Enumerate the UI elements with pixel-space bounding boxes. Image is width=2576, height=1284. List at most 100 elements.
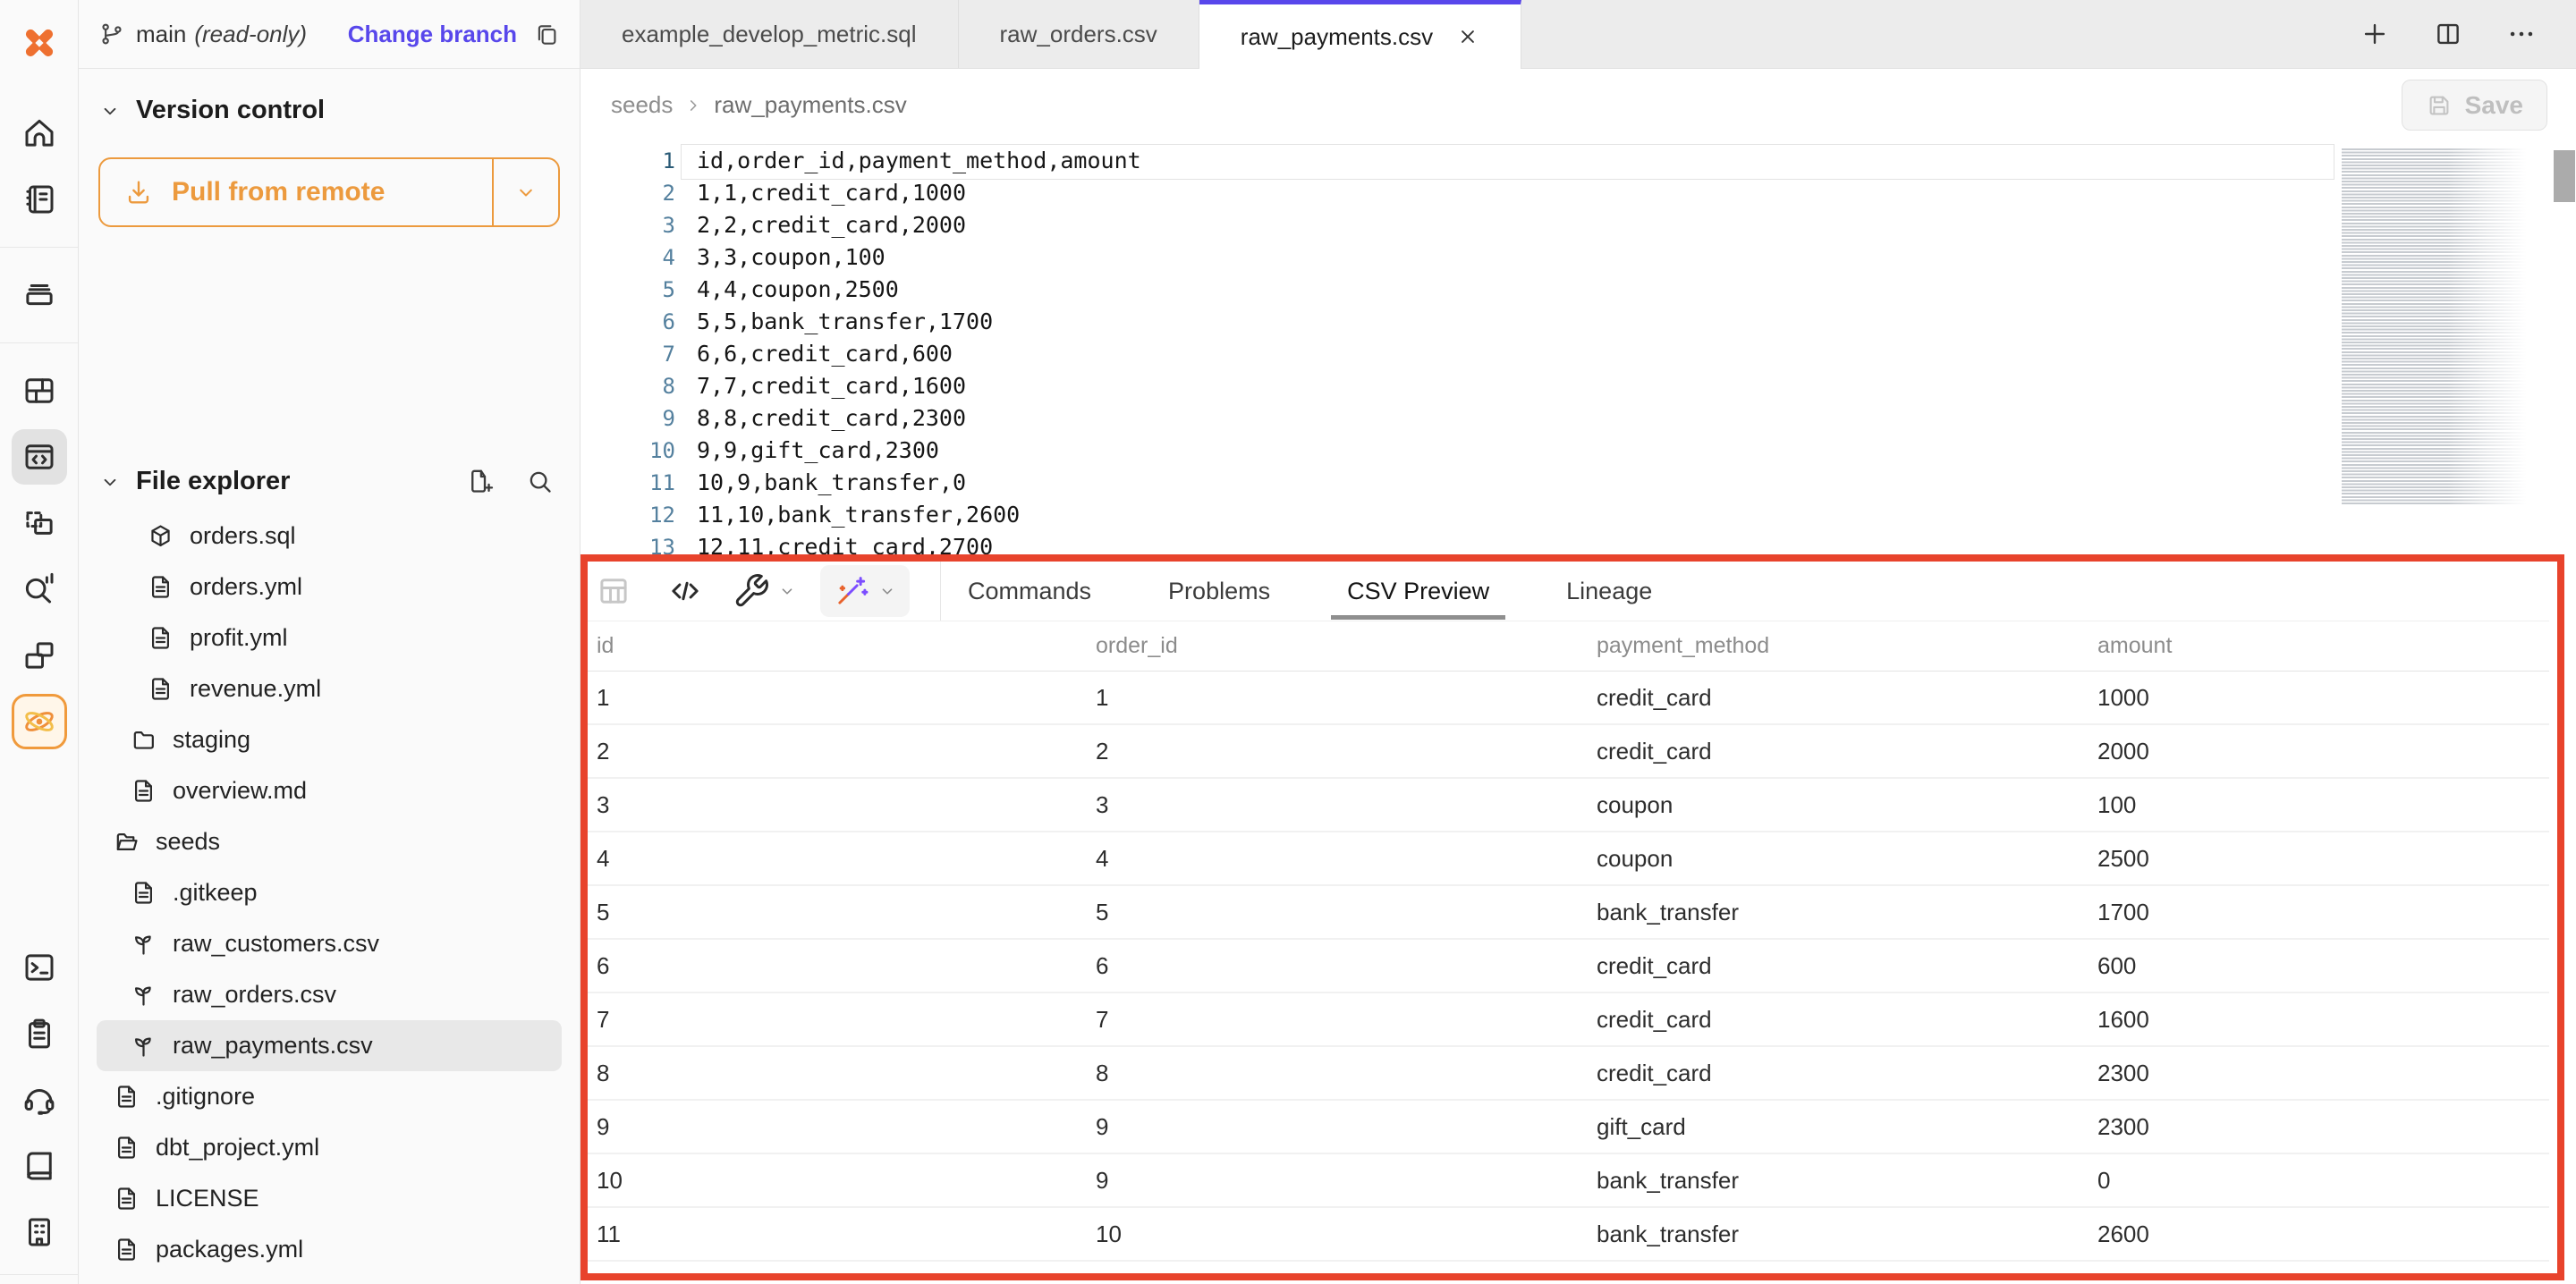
panel-toolbar: Commands Problems CSV Preview Lineage — [588, 562, 2549, 621]
file-tree-item[interactable]: overview.md — [97, 765, 562, 816]
file-tree-item[interactable]: orders.sql — [97, 511, 562, 562]
panel-tab-commands[interactable]: Commands — [968, 578, 1091, 605]
tools-dropdown-button[interactable] — [733, 572, 797, 610]
file-tree-item[interactable]: LICENSE — [97, 1173, 562, 1224]
table-cell: 8 — [1096, 1060, 1597, 1087]
file-tree-item[interactable]: profit.yml — [97, 612, 562, 663]
rail-button-headset[interactable] — [12, 1072, 67, 1128]
pull-options-dropdown[interactable] — [492, 159, 558, 225]
rail-button-book[interactable] — [12, 1138, 67, 1194]
tab-raw_orders-csv[interactable]: raw_orders.csv — [959, 0, 1199, 68]
rail-button-search-insights[interactable] — [12, 562, 67, 617]
rail-button-terminal[interactable] — [12, 940, 67, 995]
line-number: 12 — [580, 499, 675, 531]
code-view-button[interactable] — [666, 572, 704, 610]
column-header: id — [597, 633, 1096, 659]
file-tree-item[interactable]: raw_customers.csv — [97, 918, 562, 969]
clipboard-icon — [21, 1015, 58, 1052]
ai-assist-dropdown-button[interactable] — [820, 565, 910, 617]
table-row: 22credit_card2000 — [588, 725, 2549, 779]
table-cell: credit_card — [1597, 1060, 2097, 1087]
book-icon — [21, 1147, 58, 1185]
rail-button-notebook[interactable] — [12, 172, 67, 227]
rail-button-home[interactable] — [12, 106, 67, 161]
panel-tab-csv-preview[interactable]: CSV Preview — [1347, 578, 1489, 605]
rail-divider — [0, 1274, 79, 1275]
rail-button-code-window[interactable] — [12, 429, 67, 485]
code-window-icon — [21, 438, 58, 476]
tab-raw_payments-csv[interactable]: raw_payments.csv — [1199, 0, 1521, 69]
file-tree-item[interactable]: .gitkeep — [97, 867, 562, 918]
copy-branch-button[interactable] — [533, 21, 560, 47]
chevron-right-icon — [683, 96, 703, 115]
file-tree-item[interactable]: .gitignore — [97, 1071, 562, 1122]
branch-name: main — [136, 21, 186, 48]
file-tree-item[interactable]: dbt_project.yml — [97, 1122, 562, 1173]
terminal-icon — [21, 949, 58, 986]
file-tree-item[interactable]: staging — [97, 714, 562, 765]
table-cell: 9 — [1096, 1113, 1597, 1141]
line-number: 9 — [580, 402, 675, 435]
file-name: .gitkeep — [173, 879, 258, 907]
rail-button-frame-select[interactable] — [12, 495, 67, 551]
rail-button-dashboard[interactable] — [12, 363, 67, 418]
editor-scrollbar-thumb[interactable] — [2554, 150, 2575, 202]
save-button[interactable]: Save — [2402, 80, 2547, 131]
rail-button-archive[interactable] — [12, 267, 67, 323]
code-line: id,order_id,payment_method,amount — [697, 145, 2308, 177]
activity-bar-bottom — [0, 934, 78, 1271]
file-tree-item[interactable]: raw_orders.csv — [97, 969, 562, 1020]
save-button-label: Save — [2465, 91, 2523, 120]
table-cell: 1000 — [2097, 684, 2549, 712]
seed-icon — [130, 1032, 157, 1060]
code-line: 12,11,credit_card,2700 — [697, 531, 2308, 556]
version-control-header[interactable]: Version control — [98, 96, 560, 125]
table-row: 55bank_transfer1700 — [588, 886, 2549, 940]
version-control-section: Version control Pull from remote — [79, 69, 580, 227]
split-view-icon[interactable] — [2433, 19, 2463, 49]
close-icon[interactable] — [1456, 25, 1479, 48]
rail-button-atom[interactable] — [12, 694, 67, 749]
editor-minimap[interactable] — [2342, 148, 2534, 504]
line-number: 6 — [580, 306, 675, 338]
file-tree-item[interactable]: packages.yml — [97, 1224, 562, 1275]
search-insights-icon — [21, 570, 58, 608]
new-tab-icon[interactable] — [2360, 19, 2390, 49]
line-number: 8 — [580, 370, 675, 402]
breadcrumb-folder[interactable]: seeds — [611, 91, 673, 119]
table-cell: credit_card — [1597, 952, 2097, 980]
csv-preview-header-row: idorder_idpayment_methodamount — [588, 621, 2549, 672]
file-icon — [130, 777, 157, 805]
search-icon[interactable] — [525, 467, 555, 496]
tab-example_develop_metric-sql[interactable]: example_develop_metric.sql — [580, 0, 959, 68]
table-cell: bank_transfer — [1597, 899, 2097, 926]
pull-from-remote-label: Pull from remote — [172, 177, 385, 207]
chevron-down-icon — [98, 470, 122, 494]
file-tree-item[interactable]: orders.yml — [97, 562, 562, 612]
table-row: 77credit_card1600 — [588, 993, 2549, 1047]
code-line: 4,4,coupon,2500 — [697, 274, 2308, 306]
file-tree-item[interactable]: seeds — [97, 816, 562, 867]
panel-tab-lineage[interactable]: Lineage — [1566, 578, 1652, 605]
code-editor[interactable]: 12345678910111213 id,order_id,payment_me… — [580, 141, 2576, 556]
sidebar: main (read-only) Change branch Version c… — [79, 0, 580, 1284]
file-icon — [130, 879, 157, 907]
new-file-icon[interactable] — [465, 467, 495, 496]
rail-button-windows[interactable] — [12, 628, 67, 683]
table-row: 1110bank_transfer2600 — [588, 1208, 2549, 1262]
table-view-button[interactable] — [595, 572, 632, 610]
rail-button-clipboard[interactable] — [12, 1006, 67, 1061]
change-branch-link[interactable]: Change branch — [348, 21, 517, 48]
more-options-icon[interactable] — [2506, 19, 2537, 49]
pull-from-remote-button[interactable]: Pull from remote — [98, 157, 560, 227]
file-tree-item[interactable]: revenue.yml — [97, 663, 562, 714]
file-name: orders.yml — [190, 573, 302, 601]
file-tree-item[interactable]: raw_payments.csv — [97, 1020, 562, 1071]
panel-tab-problems[interactable]: Problems — [1168, 578, 1270, 605]
column-header: order_id — [1096, 633, 1597, 659]
file-explorer-header[interactable]: File explorer — [79, 467, 580, 496]
table-cell: coupon — [1597, 845, 2097, 873]
column-header: payment_method — [1597, 633, 2097, 659]
table-cell: 6 — [1096, 952, 1597, 980]
rail-button-building[interactable] — [12, 1204, 67, 1260]
